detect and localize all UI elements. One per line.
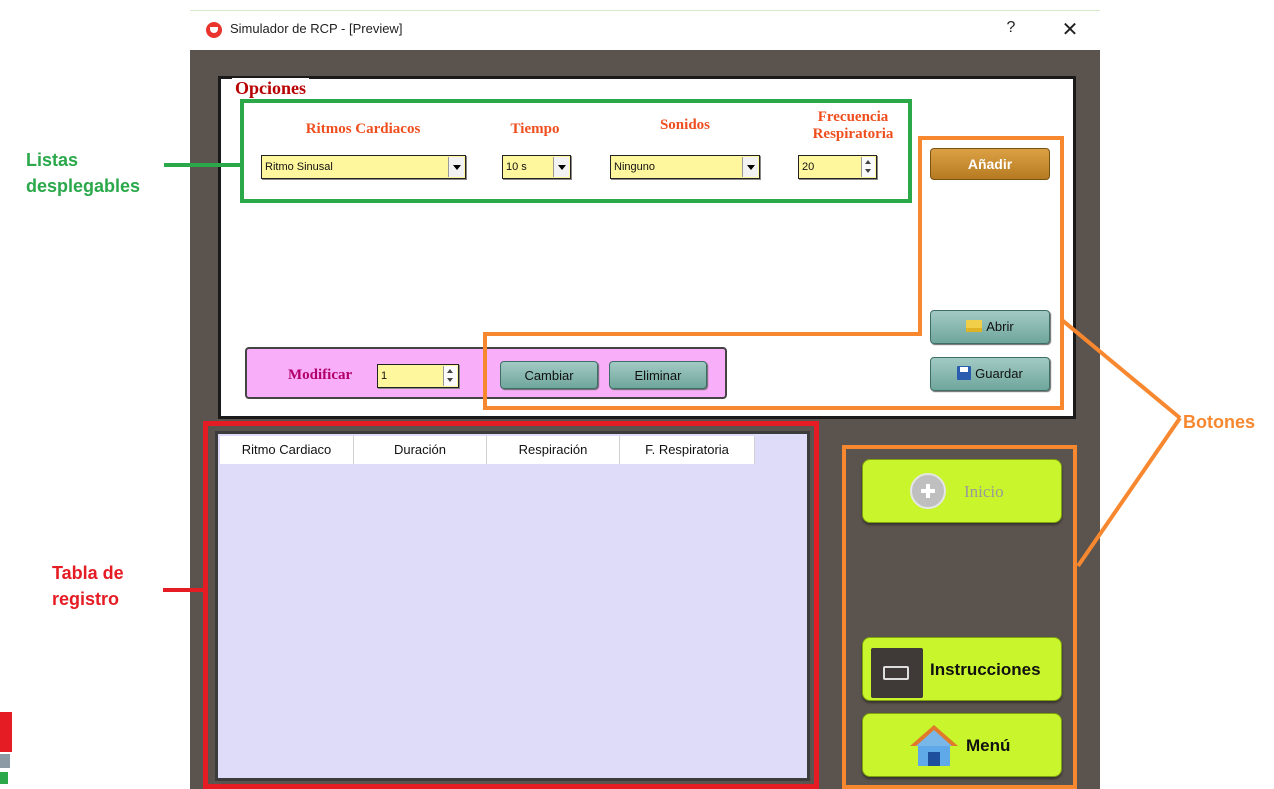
dropdowns-annotation-box xyxy=(240,99,912,203)
corner-logo-icon xyxy=(0,712,12,784)
buttons-annotation-connector xyxy=(1062,318,1182,568)
modify-row-stepper[interactable]: 1 xyxy=(377,364,459,388)
floppy-disk-icon xyxy=(957,366,972,380)
buttons-annotation-outline xyxy=(483,406,1064,410)
help-button[interactable]: ? xyxy=(1004,19,1018,37)
open-button[interactable]: Abrir xyxy=(930,310,1050,344)
buttons-annotation-outline xyxy=(483,332,922,336)
table-label-line2: registro xyxy=(52,589,120,609)
options-legend: Opciones xyxy=(232,78,310,99)
add-button[interactable]: Añadir xyxy=(930,148,1050,180)
modify-row-value: 1 xyxy=(381,370,388,382)
modify-label: Modificar xyxy=(288,367,353,383)
folder-icon xyxy=(966,320,983,332)
close-button[interactable]: ✕ xyxy=(1060,17,1080,42)
open-button-label: Abrir xyxy=(986,319,1014,334)
dropdowns-label-line1: Listas xyxy=(26,150,79,170)
save-button-label: Guardar xyxy=(975,366,1023,381)
buttons-annotation-box xyxy=(842,445,1077,789)
dropdowns-annotation-label: Listas desplegables xyxy=(26,147,140,199)
table-annotation-line xyxy=(163,588,205,592)
buttons-annotation-outline xyxy=(918,136,922,336)
buttons-annotation-outline xyxy=(483,332,487,410)
change-button[interactable]: Cambiar xyxy=(500,361,598,389)
window-title: Simulador de RCP - [Preview] xyxy=(230,21,403,36)
delete-button[interactable]: Eliminar xyxy=(609,361,707,389)
dropdowns-annotation-line xyxy=(164,163,242,167)
table-annotation-label: Tabla de registro xyxy=(52,560,124,612)
spin-arrows-icon[interactable] xyxy=(443,366,457,386)
table-label-line1: Tabla de xyxy=(52,563,124,583)
table-annotation-box xyxy=(203,421,819,789)
buttons-annotation-label: Botones xyxy=(1183,412,1255,432)
save-button[interactable]: Guardar xyxy=(930,357,1050,391)
buttons-annotation-outline xyxy=(918,136,1062,140)
app-logo-icon xyxy=(206,22,222,38)
dropdowns-label-line2: desplegables xyxy=(26,176,141,196)
